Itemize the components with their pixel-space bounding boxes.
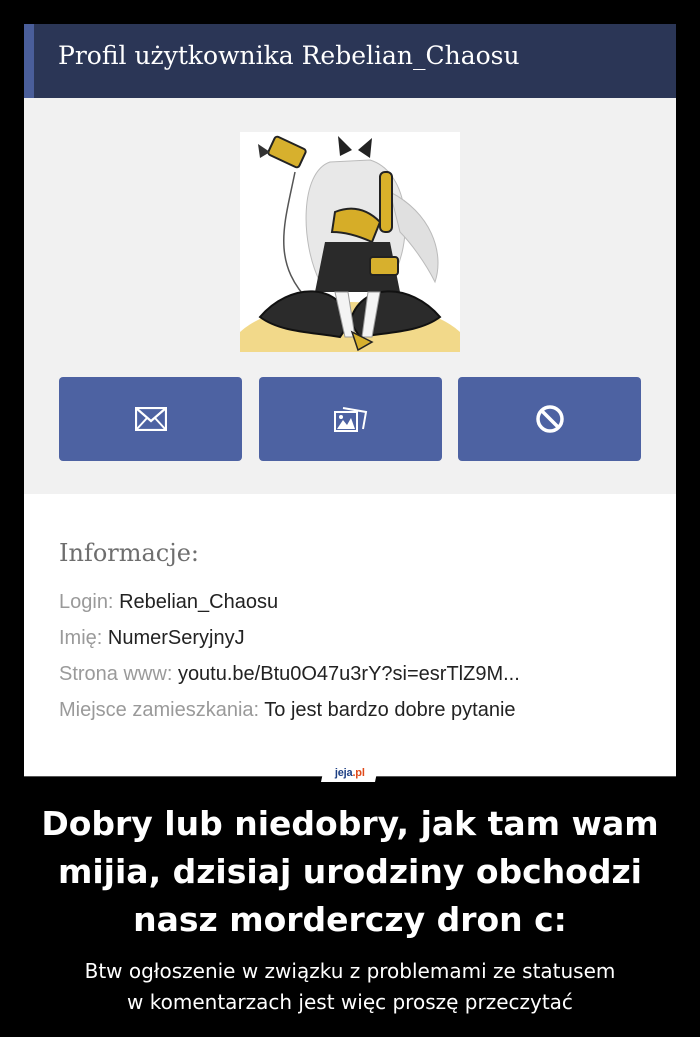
meme-subcaption: Btw ogłoszenie w związku z problemami ze… — [0, 956, 700, 1018]
info-row-website: Strona www: youtu.be/Btu0O47u3rY?si=esrT… — [59, 663, 520, 699]
caption-line: nasz morderczy dron c: — [133, 900, 567, 939]
info-row-login: Login: Rebelian_Chaosu — [59, 591, 520, 627]
watermark-main: jeja — [335, 766, 353, 779]
watermark-suffix: .pl — [352, 766, 365, 779]
info-label: Imię: — [59, 627, 103, 649]
avatar[interactable] — [240, 132, 460, 352]
watermark-text: jeja.pl — [335, 767, 365, 779]
info-label: Login: — [59, 591, 114, 613]
info-title: Informacje: — [59, 539, 199, 567]
info-row-name: Imię: NumerSeryjnyJ — [59, 627, 520, 663]
subcaption-line: w komentarzach jest więc proszę przeczyt… — [127, 990, 573, 1014]
info-row-location: Miejsce zamieszkania: To jest bardzo dob… — [59, 699, 520, 735]
avatar-image — [240, 132, 460, 352]
block-icon — [535, 405, 564, 433]
gallery-icon — [333, 407, 367, 432]
page-title: Profil użytkownika Rebelian_Chaosu — [58, 41, 520, 70]
profile-top-area — [24, 98, 676, 494]
send-message-button[interactable] — [59, 377, 242, 461]
envelope-icon — [134, 407, 167, 431]
info-label: Miejsce zamieszkania: — [59, 699, 260, 721]
caption-line: mijia, dzisiaj urodziny obchodzi — [57, 852, 642, 891]
info-value: NumerSeryjnyJ — [107, 627, 245, 649]
info-value: Rebelian_Chaosu — [119, 591, 279, 613]
caption-line: Dobry lub niedobry, jak tam wam — [41, 804, 659, 843]
gallery-button[interactable] — [259, 377, 442, 461]
subcaption-line: Btw ogłoszenie w związku z problemami ze… — [84, 959, 616, 983]
watermark-logo: jeja.pl — [320, 763, 380, 782]
profile-card: Profil użytkownika Rebelian_Chaosu Infor… — [24, 24, 676, 776]
meme-caption: Dobry lub niedobry, jak tam wam mijia, d… — [0, 800, 700, 944]
website-link[interactable]: youtu.be/Btu0O47u3rY?si=esrTlZ9M... — [178, 663, 520, 685]
profile-header: Profil użytkownika Rebelian_Chaosu — [24, 24, 676, 98]
info-label: Strona www: — [59, 663, 173, 685]
info-list: Login: Rebelian_Chaosu Imię: NumerSeryjn… — [59, 591, 520, 735]
info-value: To jest bardzo dobre pytanie — [264, 699, 516, 721]
info-section: Informacje: Login: Rebelian_Chaosu Imię:… — [24, 494, 676, 776]
block-user-button[interactable] — [458, 377, 641, 461]
